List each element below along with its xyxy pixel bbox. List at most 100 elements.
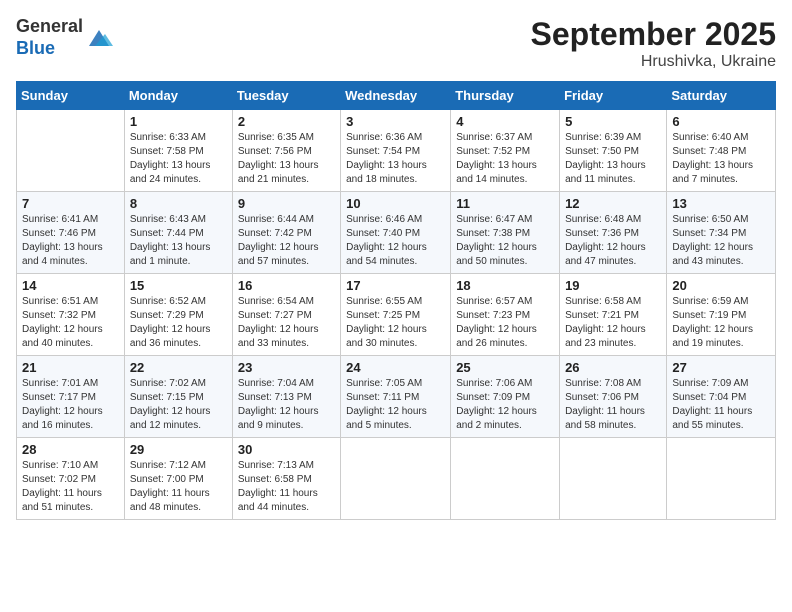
day-number: 12 (565, 196, 661, 211)
day-number: 24 (346, 360, 445, 375)
day-number: 10 (346, 196, 445, 211)
calendar-cell: 25 Sunrise: 7:06 AM Sunset: 7:09 PM Dayli… (451, 356, 560, 438)
calendar-cell: 10 Sunrise: 6:46 AM Sunset: 7:40 PM Dayli… (341, 192, 451, 274)
calendar-week-row: 7Sunrise: 6:41 AM Sunset: 7:46 PM Daylig… (17, 192, 776, 274)
calendar-cell: 4 Sunrise: 6:37 AM Sunset: 7:52 PM Daylig… (451, 110, 560, 192)
calendar-cell: 13Sunrise: 6:50 AM Sunset: 7:34 PM Dayli… (667, 192, 776, 274)
calendar-cell: 11Sunrise: 6:47 AM Sunset: 7:38 PM Dayli… (451, 192, 560, 274)
calendar-cell: 29 Sunrise: 7:12 AM Sunset: 7:00 PM Dayli… (124, 438, 232, 520)
logo-icon (85, 24, 113, 52)
day-number: 21 (22, 360, 119, 375)
calendar-cell: 3Sunrise: 6:36 AM Sunset: 7:54 PM Daylig… (341, 110, 451, 192)
day-number: 8 (130, 196, 227, 211)
col-header-saturday: Saturday (667, 82, 776, 110)
calendar-cell: 23Sunrise: 7:04 AM Sunset: 7:13 PM Dayli… (232, 356, 340, 438)
calendar-cell (17, 110, 125, 192)
day-number: 26 (565, 360, 661, 375)
calendar-cell: 18 Sunrise: 6:57 AM Sunset: 7:23 PM Dayli… (451, 274, 560, 356)
day-info: Sunrise: 6:55 AM Sunset: 7:25 PM Dayligh… (346, 295, 445, 351)
day-number: 1 (130, 114, 227, 129)
day-info: Sunrise: 6:39 AM Sunset: 7:50 PM Dayligh… (565, 131, 661, 187)
calendar-header-row: SundayMondayTuesdayWednesdayThursdayFrid… (17, 82, 776, 110)
calendar-cell: 17Sunrise: 6:55 AM Sunset: 7:25 PM Dayli… (341, 274, 451, 356)
day-info: Sunrise: 6:54 AM Sunset: 7:27 PM Dayligh… (238, 295, 335, 351)
logo: General Blue (16, 16, 113, 59)
day-info: Sunrise: 7:13 AM Sunset: 6:58 PM Dayligh… (238, 459, 335, 515)
day-info: Sunrise: 7:02 AM Sunset: 7:15 PM Dayligh… (130, 377, 227, 433)
calendar-cell: 27 Sunrise: 7:09 AM Sunset: 7:04 PM Dayli… (667, 356, 776, 438)
calendar-subtitle: Hrushivka, Ukraine (531, 53, 776, 71)
day-number: 4 (456, 114, 554, 129)
day-number: 23 (238, 360, 335, 375)
day-number: 2 (238, 114, 335, 129)
day-number: 7 (22, 196, 119, 211)
day-number: 3 (346, 114, 445, 129)
calendar-cell: 9 Sunrise: 6:44 AM Sunset: 7:42 PM Daylig… (232, 192, 340, 274)
calendar-cell (341, 438, 451, 520)
calendar-table: SundayMondayTuesdayWednesdayThursdayFrid… (16, 81, 776, 520)
calendar-cell: 26 Sunrise: 7:08 AM Sunset: 7:06 PM Dayli… (560, 356, 667, 438)
day-number: 20 (672, 278, 770, 293)
col-header-sunday: Sunday (17, 82, 125, 110)
day-info: Sunrise: 6:51 AM Sunset: 7:32 PM Dayligh… (22, 295, 119, 351)
day-number: 29 (130, 442, 227, 457)
calendar-week-row: 1 Sunrise: 6:33 AM Sunset: 7:58 PM Daylig… (17, 110, 776, 192)
day-number: 14 (22, 278, 119, 293)
calendar-cell: 2 Sunrise: 6:35 AM Sunset: 7:56 PM Daylig… (232, 110, 340, 192)
day-info: Sunrise: 7:06 AM Sunset: 7:09 PM Dayligh… (456, 377, 554, 433)
day-info: Sunrise: 6:44 AM Sunset: 7:42 PM Dayligh… (238, 213, 335, 269)
calendar-cell: 5Sunrise: 6:39 AM Sunset: 7:50 PM Daylig… (560, 110, 667, 192)
day-info: Sunrise: 7:08 AM Sunset: 7:06 PM Dayligh… (565, 377, 661, 433)
calendar-cell: 1 Sunrise: 6:33 AM Sunset: 7:58 PM Daylig… (124, 110, 232, 192)
day-info: Sunrise: 7:12 AM Sunset: 7:00 PM Dayligh… (130, 459, 227, 515)
day-number: 25 (456, 360, 554, 375)
day-info: Sunrise: 6:57 AM Sunset: 7:23 PM Dayligh… (456, 295, 554, 351)
calendar-cell: 28 Sunrise: 7:10 AM Sunset: 7:02 PM Dayli… (17, 438, 125, 520)
calendar-cell: 24Sunrise: 7:05 AM Sunset: 7:11 PM Dayli… (341, 356, 451, 438)
day-number: 30 (238, 442, 335, 457)
calendar-cell: 16 Sunrise: 6:54 AM Sunset: 7:27 PM Dayli… (232, 274, 340, 356)
calendar-title: September 2025 (531, 16, 776, 53)
day-info: Sunrise: 6:33 AM Sunset: 7:58 PM Dayligh… (130, 131, 227, 187)
calendar-week-row: 21 Sunrise: 7:01 AM Sunset: 7:17 PM Dayli… (17, 356, 776, 438)
calendar-cell: 15 Sunrise: 6:52 AM Sunset: 7:29 PM Dayli… (124, 274, 232, 356)
calendar-cell: 30 Sunrise: 7:13 AM Sunset: 6:58 PM Dayli… (232, 438, 340, 520)
calendar-cell: 20 Sunrise: 6:59 AM Sunset: 7:19 PM Dayli… (667, 274, 776, 356)
day-number: 22 (130, 360, 227, 375)
page-header: General Blue September 2025 Hrushivka, U… (16, 16, 776, 71)
day-number: 15 (130, 278, 227, 293)
day-number: 9 (238, 196, 335, 211)
calendar-cell: 21 Sunrise: 7:01 AM Sunset: 7:17 PM Dayli… (17, 356, 125, 438)
col-header-tuesday: Tuesday (232, 82, 340, 110)
day-number: 27 (672, 360, 770, 375)
logo-general-text: General (16, 16, 83, 36)
day-info: Sunrise: 7:09 AM Sunset: 7:04 PM Dayligh… (672, 377, 770, 433)
day-info: Sunrise: 7:10 AM Sunset: 7:02 PM Dayligh… (22, 459, 119, 515)
day-number: 13 (672, 196, 770, 211)
calendar-cell (667, 438, 776, 520)
day-info: Sunrise: 6:58 AM Sunset: 7:21 PM Dayligh… (565, 295, 661, 351)
calendar-cell: 8Sunrise: 6:43 AM Sunset: 7:44 PM Daylig… (124, 192, 232, 274)
calendar-cell: 22 Sunrise: 7:02 AM Sunset: 7:15 PM Dayli… (124, 356, 232, 438)
day-number: 18 (456, 278, 554, 293)
calendar-cell: 14 Sunrise: 6:51 AM Sunset: 7:32 PM Dayli… (17, 274, 125, 356)
col-header-wednesday: Wednesday (341, 82, 451, 110)
day-number: 16 (238, 278, 335, 293)
calendar-cell (560, 438, 667, 520)
day-info: Sunrise: 6:35 AM Sunset: 7:56 PM Dayligh… (238, 131, 335, 187)
calendar-cell: 19 Sunrise: 6:58 AM Sunset: 7:21 PM Dayli… (560, 274, 667, 356)
col-header-friday: Friday (560, 82, 667, 110)
day-info: Sunrise: 6:47 AM Sunset: 7:38 PM Dayligh… (456, 213, 554, 269)
day-info: Sunrise: 6:52 AM Sunset: 7:29 PM Dayligh… (130, 295, 227, 351)
day-info: Sunrise: 6:46 AM Sunset: 7:40 PM Dayligh… (346, 213, 445, 269)
day-info: Sunrise: 6:59 AM Sunset: 7:19 PM Dayligh… (672, 295, 770, 351)
calendar-cell: 12Sunrise: 6:48 AM Sunset: 7:36 PM Dayli… (560, 192, 667, 274)
day-info: Sunrise: 6:37 AM Sunset: 7:52 PM Dayligh… (456, 131, 554, 187)
title-block: September 2025 Hrushivka, Ukraine (531, 16, 776, 71)
calendar-week-row: 28 Sunrise: 7:10 AM Sunset: 7:02 PM Dayli… (17, 438, 776, 520)
day-info: Sunrise: 7:01 AM Sunset: 7:17 PM Dayligh… (22, 377, 119, 433)
day-number: 28 (22, 442, 119, 457)
day-number: 6 (672, 114, 770, 129)
calendar-week-row: 14 Sunrise: 6:51 AM Sunset: 7:32 PM Dayli… (17, 274, 776, 356)
day-number: 19 (565, 278, 661, 293)
